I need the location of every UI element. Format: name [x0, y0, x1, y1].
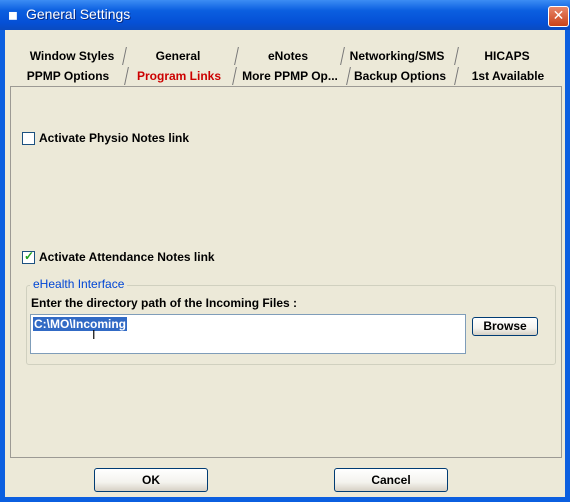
ok-button[interactable]: OK: [94, 468, 208, 492]
tab-program-links[interactable]: Program Links: [130, 66, 228, 86]
tab-divider: [226, 47, 239, 65]
tab-ppmp-options[interactable]: PPMP Options: [16, 66, 120, 86]
physio-notes-checkbox[interactable]: [22, 132, 35, 145]
title-bar[interactable]: ◼ General Settings ✕: [0, 0, 570, 30]
window-border-left: [0, 30, 5, 502]
tab-more-ppmp-options[interactable]: More PPMP Op...: [234, 66, 346, 86]
close-button[interactable]: ✕: [548, 6, 569, 27]
tab-1st-available[interactable]: 1st Available: [458, 66, 558, 86]
attendance-notes-checkbox[interactable]: ✓: [22, 249, 35, 264]
tab-window-styles[interactable]: Window Styles: [20, 46, 124, 66]
incoming-path-value[interactable]: C:\MO\Incoming: [33, 317, 127, 331]
close-icon: ✕: [552, 8, 565, 24]
tab-networking-sms[interactable]: Networking/SMS: [342, 46, 452, 66]
window-border-right: [565, 30, 570, 502]
incoming-path-description: Enter the directory path of the Incoming…: [31, 296, 298, 310]
text-cursor-icon: I: [92, 328, 96, 342]
tab-general[interactable]: General: [128, 46, 228, 66]
tab-hicaps[interactable]: HICAPS: [458, 46, 556, 66]
cancel-button[interactable]: Cancel: [334, 468, 448, 492]
attendance-notes-label: Activate Attendance Notes link: [39, 250, 215, 264]
window-title: General Settings: [26, 6, 131, 22]
window-border-bottom: [0, 497, 570, 502]
ehealth-group-title: eHealth Interface: [30, 277, 128, 291]
checkmark-icon: ✓: [24, 249, 35, 263]
tab-enotes[interactable]: eNotes: [238, 46, 338, 66]
browse-button[interactable]: Browse: [472, 317, 538, 336]
app-icon: ◼: [8, 8, 18, 22]
tab-backup-options[interactable]: Backup Options: [346, 66, 454, 86]
physio-notes-label: Activate Physio Notes link: [39, 131, 190, 145]
general-settings-window: ◼ General Settings ✕ Window Styles Gener…: [0, 0, 570, 502]
